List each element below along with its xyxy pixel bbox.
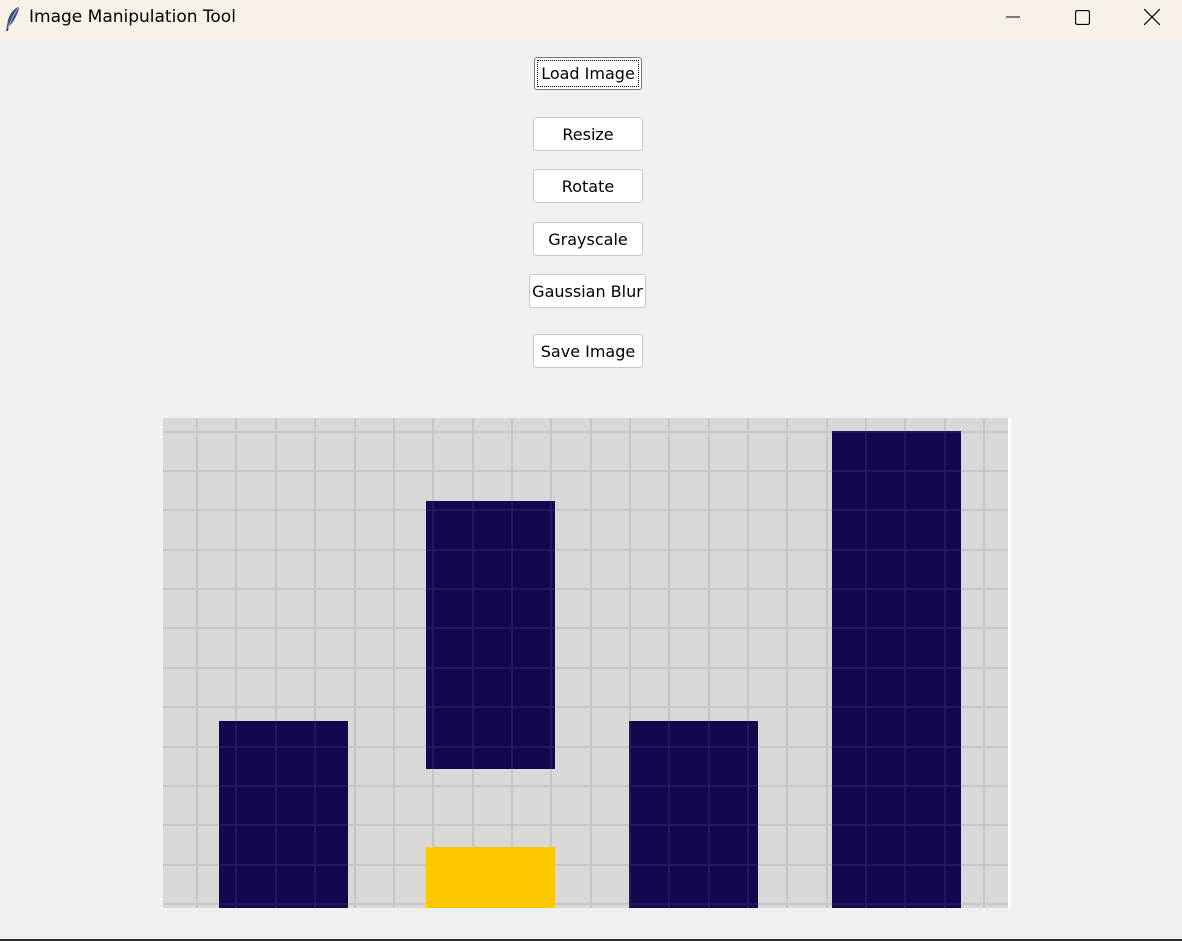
image-display bbox=[163, 418, 1011, 908]
image-right-edge bbox=[1008, 418, 1011, 908]
maximize-icon bbox=[1074, 9, 1090, 25]
grayscale-button[interactable]: Grayscale bbox=[533, 222, 643, 256]
load-image-button[interactable]: Load Image bbox=[534, 57, 642, 90]
minimize-button[interactable] bbox=[983, 0, 1043, 34]
window-title: Image Manipulation Tool bbox=[29, 7, 236, 27]
dark-block bbox=[832, 431, 961, 908]
image-canvas bbox=[163, 418, 1011, 908]
dark-block bbox=[629, 721, 758, 908]
yellow-block bbox=[426, 847, 555, 908]
minimize-icon bbox=[1006, 10, 1020, 24]
title-bar: Image Manipulation Tool bbox=[0, 0, 1182, 40]
close-icon bbox=[1144, 9, 1160, 25]
feather-icon bbox=[4, 6, 22, 32]
maximize-button[interactable] bbox=[1052, 0, 1112, 34]
dark-block bbox=[219, 721, 348, 908]
rotate-button[interactable]: Rotate bbox=[533, 169, 643, 203]
close-button[interactable] bbox=[1122, 0, 1182, 34]
dark-block bbox=[426, 501, 555, 769]
gaussian-blur-button[interactable]: Gaussian Blur bbox=[529, 274, 646, 308]
save-image-button[interactable]: Save Image bbox=[533, 334, 643, 368]
resize-button[interactable]: Resize bbox=[533, 117, 643, 151]
